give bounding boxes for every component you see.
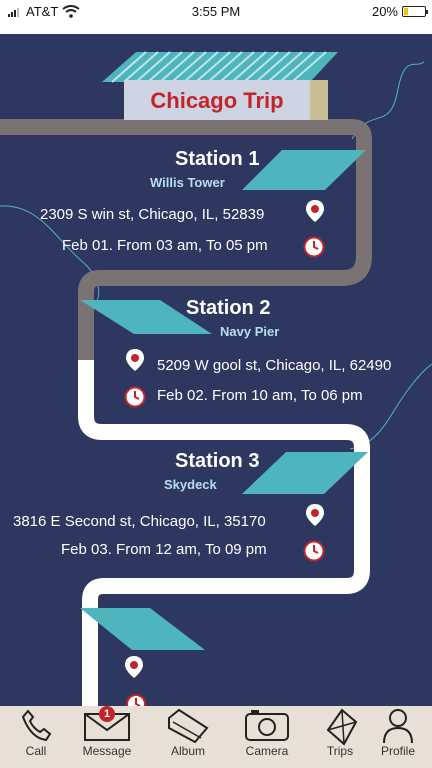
battery-icon xyxy=(402,6,428,17)
tab-label: Profile xyxy=(380,744,415,758)
station-1-address: 2309 S win st, Chicago, IL, 52839 xyxy=(40,206,265,223)
page-title: Chicago Trip xyxy=(150,88,284,113)
folder-icon xyxy=(168,708,209,744)
battery-group: 20% xyxy=(371,4,428,19)
clock-icon[interactable] xyxy=(303,540,325,562)
battery-percent: 20% xyxy=(371,4,398,19)
station-1-time: Feb 01. From 03 am, To 05 pm xyxy=(62,237,268,254)
status-bar: AT&T 3:55 PM 20% xyxy=(0,0,432,28)
station-3-address: 3816 E Second st, Chicago, IL, 35170 xyxy=(13,513,266,530)
trip-map-screen: Chicago Trip Station 1 Willis Tower 2309… xyxy=(0,34,432,768)
person-icon xyxy=(383,709,413,744)
clock: 3:55 PM xyxy=(191,4,241,19)
station-3-title: Station 3 xyxy=(175,450,260,472)
tab-message[interactable]: 1 Message xyxy=(77,706,137,768)
notification-badge: 1 xyxy=(99,706,115,722)
station-3-place: Skydeck xyxy=(164,477,217,492)
bottom-tab-bar: Call 1 Message Album Camera Trips Profil… xyxy=(0,706,432,768)
station-flag xyxy=(242,452,368,494)
station-2-time: Feb 02. From 10 am, To 06 pm xyxy=(157,387,363,404)
kite-icon xyxy=(326,708,358,746)
building-roof xyxy=(102,52,338,82)
tab-trips[interactable]: Trips xyxy=(310,706,370,768)
battery-fill xyxy=(404,8,408,15)
location-pin-icon[interactable] xyxy=(124,349,146,371)
station-2-title: Station 2 xyxy=(186,297,271,319)
tab-camera[interactable]: Camera xyxy=(237,706,297,768)
location-pin-icon xyxy=(125,656,143,678)
station-2-address: 5209 W gool st, Chicago, IL, 62490 xyxy=(157,357,392,374)
clock-icon[interactable] xyxy=(124,386,146,408)
station-1-place: Willis Tower xyxy=(150,175,225,190)
station-1-title: Station 1 xyxy=(175,148,260,170)
clock-icon[interactable] xyxy=(303,236,325,258)
tab-label: Album xyxy=(170,744,205,758)
tab-label: Call xyxy=(25,744,47,758)
phone-icon xyxy=(21,709,52,742)
station-2-place: Navy Pier xyxy=(220,324,280,339)
tab-album[interactable]: Album xyxy=(158,706,218,768)
station-3-time: Feb 03. From 12 am, To 09 pm xyxy=(61,541,267,558)
tab-profile[interactable]: Profile xyxy=(368,706,428,768)
tab-call[interactable]: Call xyxy=(6,706,66,768)
station-flag xyxy=(80,608,205,650)
location-pin-icon[interactable] xyxy=(304,504,326,526)
title-sign: Chicago Trip xyxy=(124,80,328,120)
tab-label: Camera xyxy=(245,744,289,758)
camera-icon xyxy=(245,710,289,741)
location-pin-icon[interactable] xyxy=(304,200,326,222)
tab-label: Message xyxy=(82,744,132,758)
station-flag xyxy=(242,150,366,190)
